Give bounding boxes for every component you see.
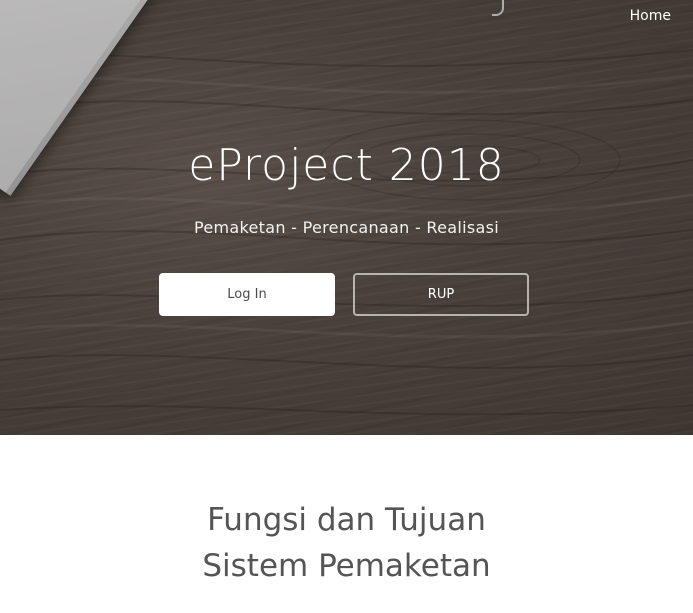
landing-page: Home eProject 2018 Pemaketan - Perencana…: [0, 0, 693, 613]
section-heading-line2: Sistem Pemaketan: [202, 548, 491, 584]
page-title: eProject 2018: [188, 140, 505, 191]
hero-section: Home eProject 2018 Pemaketan - Perencana…: [0, 0, 693, 435]
nav-home-link[interactable]: Home: [630, 8, 671, 24]
section-heading: Fungsi dan Tujuan Sistem Pemaketan: [0, 497, 693, 589]
login-button[interactable]: Log In: [159, 273, 335, 316]
page-subtitle: Pemaketan - Perencanaan - Realisasi: [194, 218, 499, 237]
rup-button[interactable]: RUP: [353, 273, 529, 316]
about-section: Fungsi dan Tujuan Sistem Pemaketan: [0, 435, 693, 613]
section-heading-line1: Fungsi dan Tujuan: [207, 502, 486, 538]
